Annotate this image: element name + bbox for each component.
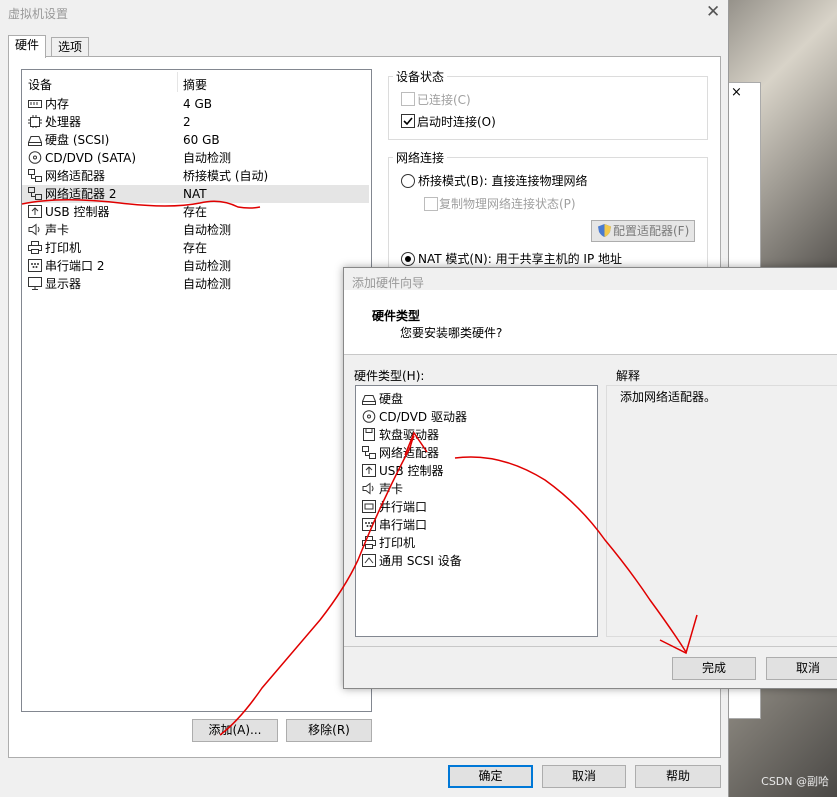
watermark: CSDN @副哈	[761, 775, 829, 788]
arrow-stroke-add-to-network	[219, 435, 415, 736]
arrow-stroke-to-finish	[454, 456, 687, 653]
tab-hardware[interactable]: 硬件	[8, 35, 47, 58]
red-annotation-strokes	[21, 199, 698, 736]
underline-stroke	[21, 199, 261, 209]
